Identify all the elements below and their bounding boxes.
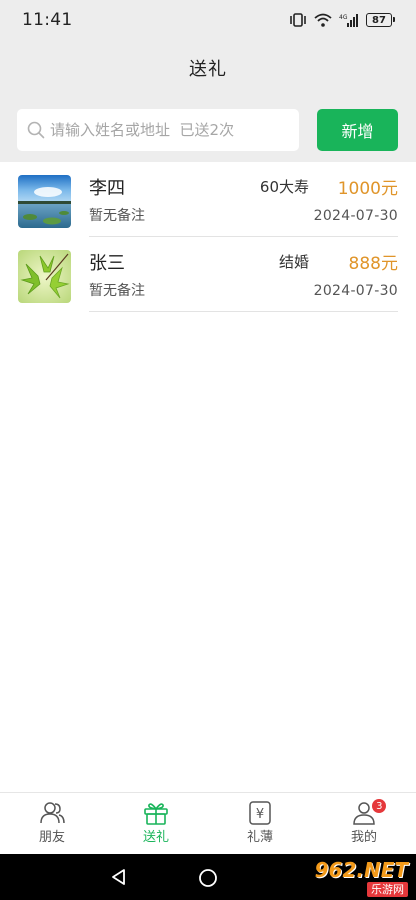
tab-friends[interactable]: 朋友 (0, 793, 104, 854)
record-event: 结婚 (278, 253, 309, 271)
status-time: 11:41 (22, 10, 73, 30)
avatar (18, 250, 71, 303)
record-event: 60大寿 (259, 178, 309, 196)
record-name: 李四 (89, 178, 125, 199)
tab-ledger[interactable]: ¥ 礼薄 (208, 793, 312, 854)
tab-profile[interactable]: 3 我的 (312, 793, 416, 854)
list-item[interactable]: 张三 暂无备注 结婚 888元 2024-07-30 (0, 237, 416, 312)
status-bar: 11:41 4G 87 (0, 0, 416, 40)
status-icons: 4G 87 (289, 13, 395, 27)
watermark-logo: 962.NET 乐游网 (280, 858, 408, 898)
record-amount: 888元 (348, 254, 398, 274)
record-date: 2024-07-30 (313, 283, 398, 299)
home-icon[interactable] (198, 868, 218, 888)
tab-label: 朋友 (38, 830, 65, 845)
page-title: 送礼 (189, 59, 227, 80)
svg-text:4G: 4G (339, 14, 348, 21)
search-icon (27, 121, 45, 139)
back-icon[interactable] (110, 868, 128, 886)
signal-4g-icon: 4G (339, 13, 359, 27)
search-row: 新增 (0, 96, 416, 162)
record-name: 张三 (89, 253, 125, 274)
avatar (18, 175, 71, 228)
record-amount: 1000元 (337, 179, 398, 199)
divider (89, 311, 398, 312)
gift-icon (143, 801, 169, 825)
search-box[interactable] (17, 109, 299, 151)
tab-label: 送礼 (142, 830, 169, 845)
wifi-icon (314, 13, 332, 27)
list-item[interactable]: 李四 暂无备注 60大寿 1000元 2024-07-30 (0, 162, 416, 237)
watermark-main: 962.NET (314, 857, 408, 882)
friends-icon (39, 801, 65, 825)
battery-icon: 87 (366, 13, 395, 27)
tab-label: 礼薄 (246, 830, 273, 845)
record-date: 2024-07-30 (313, 208, 398, 224)
record-note: 暂无备注 (89, 208, 145, 224)
gift-record-list: 李四 暂无备注 60大寿 1000元 2024-07-30 张三 暂无备注 结婚… (0, 162, 416, 312)
tab-gift[interactable]: 送礼 (104, 793, 208, 854)
ledger-yen-icon: ¥ (247, 801, 273, 825)
add-button[interactable]: 新增 (317, 109, 398, 151)
notification-badge: 3 (372, 799, 387, 813)
system-nav-bar: 962.NET 乐游网 (0, 854, 416, 900)
svg-text:¥: ¥ (256, 807, 264, 822)
header: 送礼 (0, 40, 416, 96)
app-screen: 11:41 4G 87 送礼 请输入姓名或地址 已送2次 新增 李四 暂无备注 … (0, 0, 416, 900)
search-input[interactable] (50, 121, 299, 139)
bottom-tab-bar: 朋友 送礼 ¥ 礼薄 3 我的 (0, 792, 416, 854)
vibrate-icon (289, 13, 307, 27)
record-note: 暂无备注 (89, 283, 145, 299)
watermark-sub: 乐游网 (367, 881, 408, 897)
tab-label: 我的 (350, 830, 377, 845)
